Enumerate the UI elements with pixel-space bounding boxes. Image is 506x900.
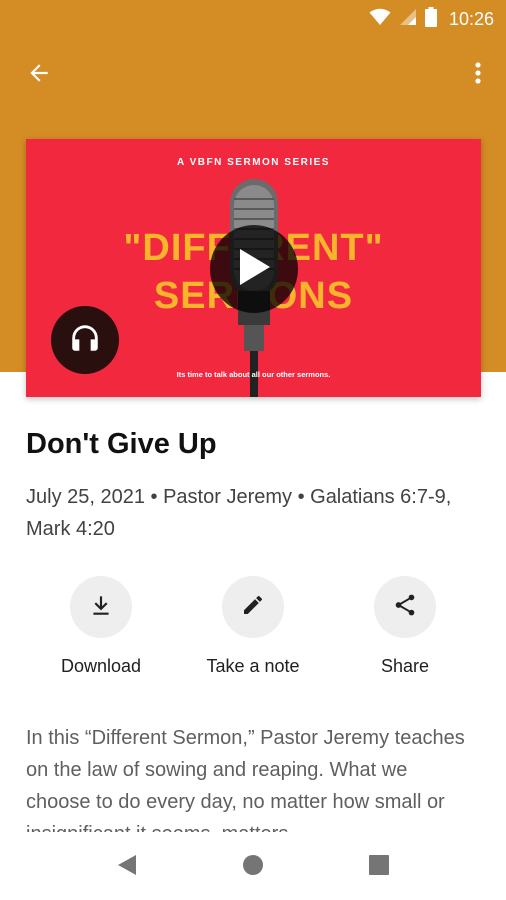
share-button[interactable]: Share	[340, 576, 470, 677]
sermon-title: Don't Give Up	[26, 428, 217, 460]
download-circle[interactable]	[70, 576, 132, 638]
headphones-icon	[68, 321, 102, 360]
share-icon	[392, 592, 418, 623]
nav-recents-button[interactable]	[364, 852, 394, 882]
take-note-circle[interactable]	[222, 576, 284, 638]
nav-home-button[interactable]	[238, 852, 268, 882]
nav-back-button[interactable]	[112, 852, 142, 882]
take-note-label: Take a note	[206, 656, 300, 676]
play-icon	[236, 247, 272, 292]
more-vert-icon	[475, 61, 481, 90]
nav-back-icon	[116, 853, 138, 882]
series-label: A VBFN SERMON SERIES	[177, 157, 330, 168]
audio-button[interactable]	[51, 306, 119, 374]
nav-home-icon	[242, 854, 264, 881]
play-button[interactable]	[210, 225, 298, 313]
back-button[interactable]	[22, 58, 56, 92]
download-label: Download	[60, 656, 142, 676]
battery-icon	[424, 7, 437, 32]
navigation-bar	[0, 834, 506, 900]
more-options-button[interactable]	[466, 58, 490, 92]
share-label: Share	[380, 656, 430, 676]
status-bar: 10:26	[0, 0, 506, 36]
signal-icon	[399, 8, 417, 31]
app-bar	[0, 50, 506, 100]
nav-recents-icon	[369, 854, 389, 880]
action-row: Download Take a note Share	[0, 576, 506, 686]
sermon-meta: July 25, 2021 • Pastor Jeremy • Galatian…	[26, 486, 452, 540]
pencil-icon	[241, 593, 265, 622]
sermon-artwork[interactable]: A VBFN SERMON SERIES "DIFFERENT" SERMONS…	[26, 139, 481, 397]
sermon-description: In this “Different Sermon,” Pastor Jerem…	[26, 727, 465, 832]
status-icons: 10:26	[369, 7, 494, 32]
status-time: 10:26	[448, 9, 494, 29]
wifi-icon	[369, 8, 391, 31]
take-note-button[interactable]: Take a note	[188, 576, 318, 677]
share-circle[interactable]	[374, 576, 436, 638]
download-icon	[88, 592, 114, 623]
arrow-back-icon	[26, 60, 52, 91]
download-button[interactable]: Download	[36, 576, 166, 677]
